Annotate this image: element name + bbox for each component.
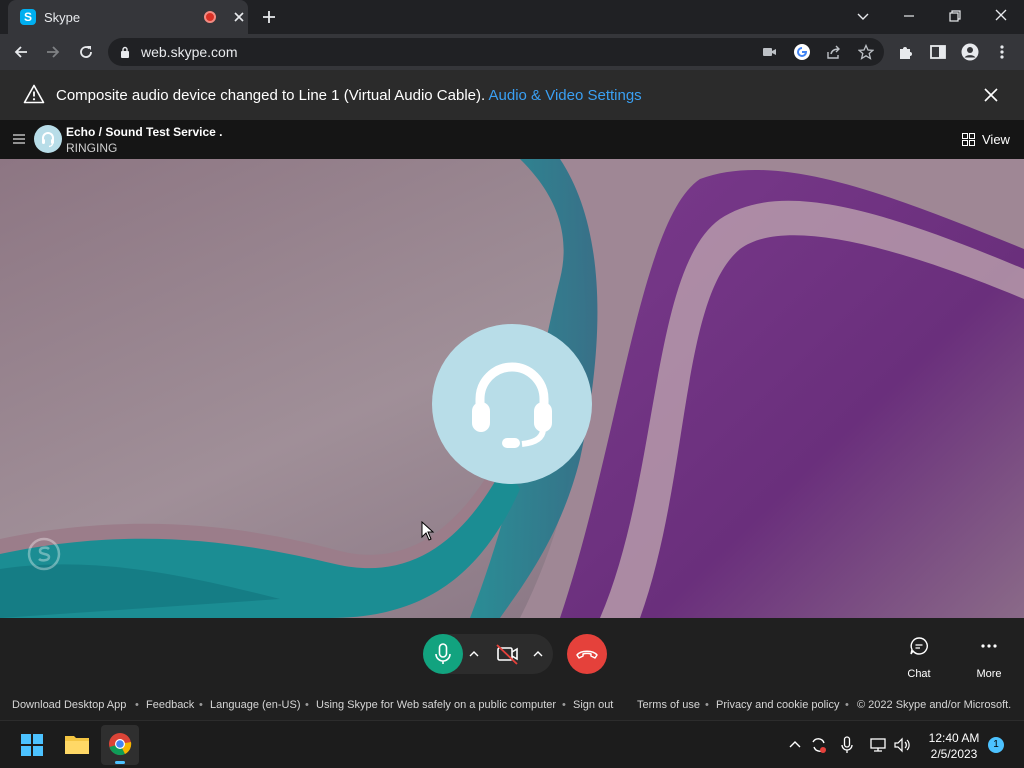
lock-icon[interactable] — [120, 46, 130, 58]
download-desktop-app-link[interactable]: Download Desktop App — [12, 699, 126, 711]
url-text[interactable]: web.skype.com — [141, 44, 237, 60]
chat-button[interactable]: Chat — [889, 668, 949, 680]
call-stage — [0, 159, 1024, 618]
minimize-icon[interactable] — [898, 6, 920, 26]
address-bar[interactable]: web.skype.com — [108, 38, 884, 66]
microphone-in-use-icon[interactable] — [840, 735, 854, 755]
chrome-taskbar-button[interactable] — [101, 725, 139, 765]
contact-avatar[interactable] — [34, 125, 62, 153]
taskbar-clock-time[interactable]: 12:40 AM — [924, 731, 984, 745]
tab-search-chevron-icon[interactable] — [852, 6, 874, 26]
show-hidden-icons-chevron-icon[interactable] — [788, 738, 802, 750]
view-button[interactable]: View — [982, 132, 1010, 147]
microphone-button[interactable] — [423, 634, 463, 674]
headset-icon — [42, 132, 54, 148]
mouse-cursor-icon — [421, 521, 435, 541]
language-link[interactable]: Language (en-US) — [210, 699, 301, 711]
skype-footer: Download Desktop App • Feedback • Langua… — [0, 690, 1024, 720]
tab-title: Skype — [44, 10, 81, 25]
extensions-puzzle-icon[interactable] — [897, 43, 915, 61]
profile-icon[interactable] — [961, 43, 979, 61]
dismiss-notification-close-icon[interactable] — [982, 86, 1000, 104]
file-explorer-icon[interactable] — [64, 733, 90, 755]
call-header: Echo / Sound Test Service . RINGING View — [0, 120, 1024, 159]
headset-large-icon — [472, 362, 552, 448]
sync-status-icon[interactable] — [809, 735, 829, 755]
more-button[interactable]: More — [959, 668, 1019, 680]
browser-menu-dots-icon[interactable] — [993, 43, 1011, 61]
tab-close-icon[interactable] — [232, 10, 246, 24]
microphone-options-chevron-icon[interactable] — [467, 648, 481, 660]
audio-device-notification-bar: Composite audio device changed to Line 1… — [0, 70, 1024, 120]
chrome-icon — [109, 733, 132, 764]
sign-out-link[interactable]: Sign out — [573, 699, 613, 711]
camera-options-chevron-icon[interactable] — [531, 648, 545, 660]
new-tab-plus-icon[interactable] — [260, 8, 278, 26]
restore-icon[interactable] — [944, 6, 966, 26]
contact-avatar-large — [432, 324, 592, 484]
call-status: RINGING — [66, 141, 118, 155]
copyright-text: © 2022 Skype and/or Microsoft. — [857, 699, 1012, 711]
share-icon[interactable] — [826, 44, 842, 60]
footer-separator: • — [562, 699, 566, 711]
forward-arrow-icon[interactable] — [44, 43, 62, 61]
browser-tab-strip: S Skype — [0, 0, 1024, 34]
taskbar-clock-date[interactable]: 2/5/2023 — [924, 747, 984, 761]
volume-icon[interactable] — [893, 736, 913, 754]
footer-separator: • — [135, 699, 139, 711]
side-panel-icon[interactable] — [929, 43, 947, 61]
footer-separator: • — [199, 699, 203, 711]
windows-taskbar: 12:40 AM 2/5/2023 — [0, 720, 1024, 768]
contact-name[interactable]: Echo / Sound Test Service . — [66, 125, 223, 139]
footer-separator: • — [705, 699, 709, 711]
hang-up-button[interactable] — [567, 634, 607, 674]
network-icon[interactable] — [869, 736, 887, 754]
footer-separator: • — [845, 699, 849, 711]
bookmark-star-icon[interactable] — [858, 44, 874, 60]
browser-tab-skype[interactable]: S Skype — [8, 0, 248, 34]
notification-text: Composite audio device changed to Line 1… — [56, 87, 486, 104]
hang-up-phone-icon — [576, 650, 598, 659]
close-window-icon[interactable] — [990, 6, 1012, 26]
recording-indicator-icon — [204, 11, 216, 23]
feedback-link[interactable]: Feedback — [146, 699, 194, 711]
browser-toolbar: web.skype.com — [0, 34, 1024, 70]
call-controls-bar: Chat More — [0, 618, 1024, 690]
chat-bubble-icon[interactable] — [907, 634, 931, 658]
notification-center-badge[interactable]: 1 — [988, 737, 1004, 753]
terms-of-use-link[interactable]: Terms of use — [637, 699, 700, 711]
warning-triangle-icon — [23, 84, 45, 104]
notification-message: Composite audio device changed to Line 1… — [56, 87, 642, 104]
microphone-icon — [435, 643, 451, 664]
google-icon[interactable] — [793, 43, 811, 61]
audio-video-settings-link[interactable]: Audio & Video Settings — [489, 87, 642, 104]
privacy-cookie-policy-link[interactable]: Privacy and cookie policy — [716, 699, 840, 711]
camera-off-icon — [496, 644, 518, 665]
reload-icon[interactable] — [77, 43, 95, 61]
footer-separator: • — [305, 699, 309, 711]
public-computer-safety-link[interactable]: Using Skype for Web safely on a public c… — [316, 699, 556, 711]
grid-view-icon[interactable] — [962, 133, 975, 146]
windows-start-icon[interactable] — [21, 734, 43, 756]
hamburger-menu-icon[interactable] — [12, 133, 26, 145]
skype-favicon-icon: S — [20, 9, 36, 25]
back-arrow-icon[interactable] — [12, 43, 30, 61]
camera-in-use-icon[interactable] — [762, 45, 778, 59]
camera-toggle-button[interactable] — [487, 634, 527, 674]
skype-watermark-icon — [26, 536, 62, 572]
more-options-dots-icon[interactable] — [977, 636, 1001, 656]
